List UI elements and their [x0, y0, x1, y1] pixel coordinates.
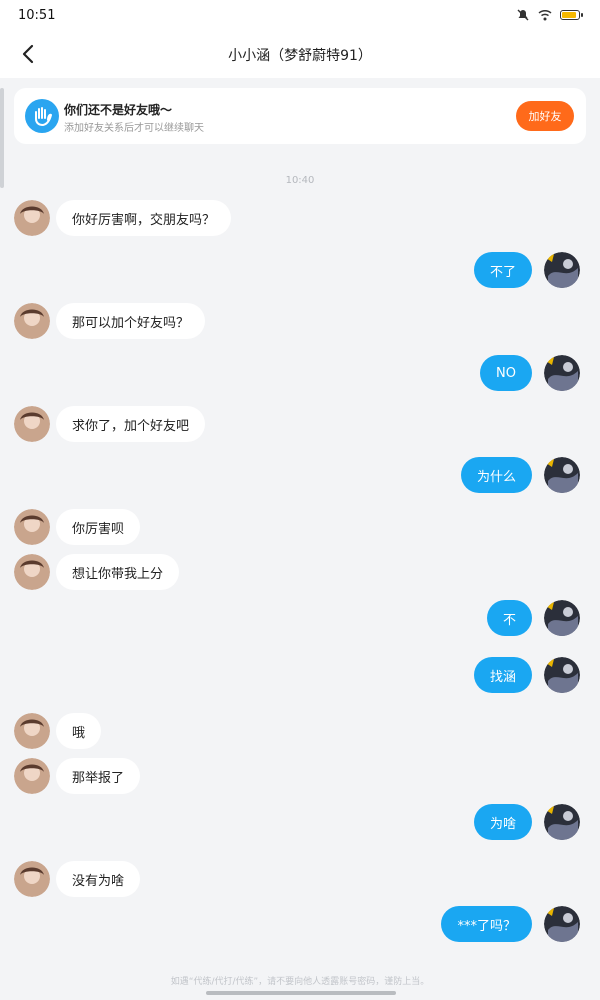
message-bubble[interactable]: 不了 — [473, 252, 532, 288]
banner-title: 你们还不是好友哦～ — [64, 103, 173, 117]
message-row: 为啥 — [0, 804, 600, 840]
my-avatar[interactable] — [544, 252, 580, 288]
my-avatar[interactable] — [544, 906, 580, 942]
message-bubble[interactable]: 为啥 — [473, 804, 532, 840]
message-row: 你厉害呗 — [0, 509, 600, 545]
message-row: 为什么 — [0, 457, 600, 493]
my-avatar[interactable] — [544, 600, 580, 636]
contact-avatar[interactable] — [14, 861, 50, 897]
chat-header: 小小涵（梦舒蔚特91） — [0, 32, 600, 78]
contact-avatar[interactable] — [14, 303, 50, 339]
chat-title: 小小涵（梦舒蔚特91） — [228, 48, 372, 64]
message-row: 不 — [0, 600, 600, 636]
message-bubble[interactable]: 求你了，加个好友吧 — [56, 406, 206, 442]
message-row: 没有为啥 — [0, 861, 600, 897]
safety-notice: 如遇“代练/代打/代练”，请不要向他人透露账号密码，谨防上当。 — [170, 977, 430, 987]
wifi-icon — [538, 9, 552, 21]
message-bubble[interactable]: 找涵 — [473, 657, 532, 693]
status-time: 10:51 — [18, 8, 56, 23]
my-avatar[interactable] — [544, 457, 580, 493]
message-bubble[interactable]: NO — [480, 355, 532, 391]
mute-icon — [517, 9, 529, 21]
home-indicator[interactable] — [206, 991, 396, 995]
battery-icon — [560, 10, 583, 20]
message-row: 找涵 — [0, 657, 600, 693]
banner-subtitle: 添加好友关系后才可以继续聊天 — [64, 123, 204, 134]
message-row: 哦 — [0, 713, 600, 749]
message-row: 不了 — [0, 252, 600, 288]
my-avatar[interactable] — [544, 657, 580, 693]
message-bubble[interactable]: 哦 — [56, 713, 102, 749]
message-bubble[interactable]: 不 — [486, 600, 532, 636]
my-avatar[interactable] — [544, 355, 580, 391]
message-bubble[interactable]: 你厉害呗 — [56, 509, 141, 545]
message-bubble[interactable]: 那举报了 — [56, 758, 141, 794]
add-friend-button[interactable]: 加好友 — [516, 101, 574, 131]
message-row: 那举报了 — [0, 758, 600, 794]
message-bubble[interactable]: ***了吗？ — [441, 906, 532, 942]
message-row: ***了吗？ — [0, 906, 600, 942]
message-bubble[interactable]: 想让你带我上分 — [56, 554, 180, 590]
message-row: 求你了，加个好友吧 — [0, 406, 600, 442]
scrollbar[interactable] — [0, 88, 4, 188]
message-bubble[interactable]: 为什么 — [460, 457, 532, 493]
status-bar: 10:51 — [0, 0, 600, 32]
message-row: 想让你带我上分 — [0, 554, 600, 590]
not-friend-banner: 你们还不是好友哦～ 添加好友关系后才可以继续聊天 加好友 — [14, 88, 586, 144]
contact-avatar[interactable] — [14, 713, 50, 749]
status-icons — [516, 8, 583, 22]
message-bubble[interactable]: 没有为啥 — [56, 861, 141, 897]
my-avatar[interactable] — [544, 804, 580, 840]
message-bubble[interactable]: 你好厉害啊，交朋友吗？ — [56, 200, 232, 236]
message-row: 你好厉害啊，交朋友吗？ — [0, 200, 600, 236]
contact-avatar[interactable] — [14, 406, 50, 442]
hand-logo-icon — [25, 99, 59, 133]
message-row: 那可以加个好友吗？ — [0, 303, 600, 339]
message-timestamp: 10:40 — [285, 175, 315, 186]
message-bubble[interactable]: 那可以加个好友吗？ — [56, 303, 206, 339]
message-row: NO — [0, 355, 600, 391]
contact-avatar[interactable] — [14, 758, 50, 794]
contact-avatar[interactable] — [14, 509, 50, 545]
contact-avatar[interactable] — [14, 200, 50, 236]
contact-avatar[interactable] — [14, 554, 50, 590]
